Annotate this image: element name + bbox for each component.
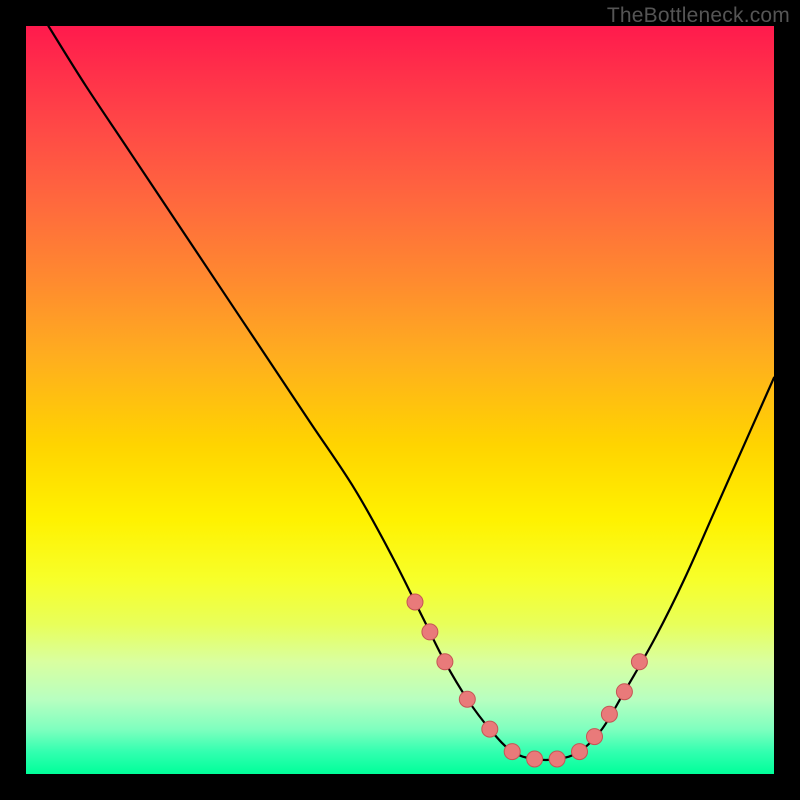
- curve-marker: [601, 706, 617, 722]
- bottleneck-curve: [48, 26, 774, 760]
- curve-marker: [587, 729, 603, 745]
- plot-area: [26, 26, 774, 774]
- curve-markers: [407, 594, 647, 767]
- curve-marker: [504, 744, 520, 760]
- curve-marker: [459, 691, 475, 707]
- chart-frame: TheBottleneck.com: [0, 0, 800, 800]
- curve-marker: [549, 751, 565, 767]
- curve-layer: [26, 26, 774, 774]
- curve-marker: [422, 624, 438, 640]
- curve-marker: [407, 594, 423, 610]
- curve-marker: [616, 684, 632, 700]
- curve-marker: [437, 654, 453, 670]
- watermark-text: TheBottleneck.com: [607, 4, 790, 28]
- curve-marker: [631, 654, 647, 670]
- curve-marker: [482, 721, 498, 737]
- curve-marker: [572, 744, 588, 760]
- curve-marker: [527, 751, 543, 767]
